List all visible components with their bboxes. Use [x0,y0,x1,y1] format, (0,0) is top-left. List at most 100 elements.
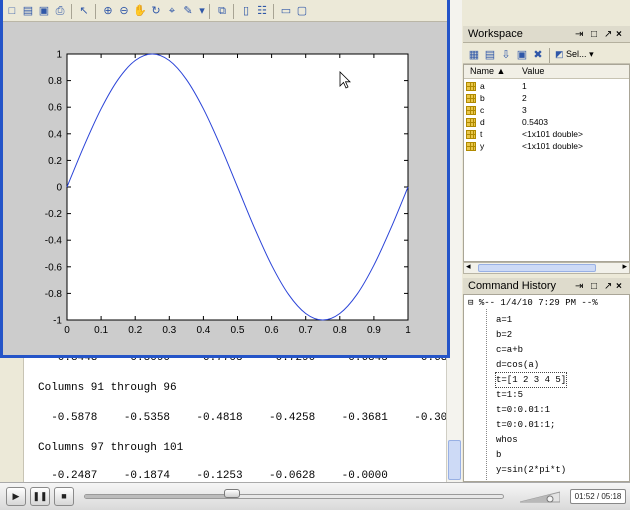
toolbar-separator [95,4,96,19]
chevron-down-icon: ▾ [589,49,594,59]
playback-time: 01:52 / 05:18 [570,489,626,504]
history-session-header[interactable]: ⊟ %-- 1/4/10 7:29 PM --% [468,296,598,310]
y-tick-label: -0.4 [45,236,63,247]
play-button[interactable]: ▶ [6,487,26,506]
stop-button[interactable]: ■ [54,487,74,506]
variable-name: y [480,141,485,151]
variable-icon [466,130,476,139]
figure-toolbar: □ ▤ ▣ ⎙ ↖ ⊕ ⊖ ✋ ↻ ⌖ ✎ ▾ ⧉ ▯ ☷ ▭ ▢ [3,0,447,22]
variable-name: a [480,81,485,91]
x-tick-label: 0.4 [196,325,210,336]
x-tick-label: 1 [405,325,411,336]
pan-icon[interactable]: ✋ [133,4,147,18]
workspace-table-header: Name ▲ Value [464,65,629,79]
video-player-controls: ▶ ❚❚ ■ 01:52 / 05:18 [0,482,630,510]
workspace-row[interactable]: a 1 [464,81,629,92]
colorbar-icon[interactable]: ▯ [239,4,253,18]
y-tick-label: 0 [56,183,62,194]
print-icon[interactable]: ⎙ [53,4,67,18]
x-tick-label: 0 [64,325,70,336]
variable-value: 3 [522,105,527,115]
volume-slider[interactable] [520,491,560,503]
variable-icon [466,118,476,127]
show-plot-tools-icon[interactable]: ▢ [295,4,309,18]
pause-icon: ❚❚ [32,491,48,501]
scrollbar-thumb[interactable] [478,264,596,272]
open-selection-icon[interactable]: ▤ [483,48,497,62]
y-tick-label: 0.8 [48,76,62,87]
value-column-header[interactable]: Value [522,66,544,76]
variable-icon [466,94,476,103]
workspace-title: Workspace [468,28,523,40]
save-icon[interactable]: ▣ [37,4,51,18]
chevron-down-icon[interactable]: ▾ [195,4,209,18]
sine-plot[interactable]: 0 0.1 0.2 0.3 0.4 0.5 0.6 0.7 0.8 0.9 1 1 0.8 0.6 0.4 0… [3,22,447,355]
delete-variable-icon[interactable]: ✖ [531,48,545,62]
x-tick-label: 0.3 [162,325,176,336]
pin-icon[interactable]: ↗ [604,26,612,43]
variable-value: 1 [522,81,527,91]
variable-value: <1x101 double> [522,141,583,151]
plot-selection-label: Sel... [566,49,587,59]
workspace-toolbar: ▦ ▤ ⇩ ▣ ✖ ◩ Sel... ▾ [463,44,630,64]
plot-selection-dropdown[interactable]: ◩ Sel... ▾ [555,47,594,61]
x-tick-label: 0.8 [333,325,347,336]
open-file-icon[interactable]: ▤ [21,4,35,18]
seek-bar[interactable] [84,494,504,499]
workspace-row[interactable]: b 2 [464,93,629,104]
maximize-icon[interactable]: □ [591,278,597,295]
toolbar-separator [233,4,234,19]
workspace-row[interactable]: y <1x101 double> [464,141,629,152]
workspace-variable-table[interactable]: Name ▲ Value a 1 b 2 c 3 d 0.5403 t <1x1… [463,64,630,262]
scrollbar-thumb[interactable] [448,440,461,480]
variable-name: c [480,105,485,115]
zoom-out-icon[interactable]: ⊖ [117,4,131,18]
variable-value: <1x101 double> [522,129,583,139]
data-cursor-icon[interactable]: ⌖ [165,4,179,18]
figure-window[interactable]: □ ▤ ▣ ⎙ ↖ ⊕ ⊖ ✋ ↻ ⌖ ✎ ▾ ⧉ ▯ ☷ ▭ ▢ 0 0.1 0.… [0,0,450,358]
seek-bar-thumb[interactable] [223,489,240,498]
brush-icon[interactable]: ✎ [181,4,195,18]
link-plot-icon[interactable]: ⧉ [215,4,229,18]
scroll-right-icon[interactable]: ▸ [622,261,627,272]
y-tick-label: -0.6 [45,262,63,273]
play-icon: ▶ [12,491,20,501]
workspace-row[interactable]: d 0.5403 [464,117,629,128]
save-workspace-icon[interactable]: ▣ [515,48,529,62]
legend-icon[interactable]: ☷ [255,4,269,18]
close-icon[interactable]: × [616,278,622,295]
hide-plot-tools-icon[interactable]: ▭ [279,4,293,18]
close-icon[interactable]: × [616,26,622,43]
scroll-left-icon[interactable]: ◂ [466,261,471,272]
command-history-list[interactable]: ⊟ %-- 1/4/10 7:29 PM --% a=1 b=2 c=a+b d… [463,294,630,482]
y-tick-label: 1 [56,50,62,61]
new-variable-icon[interactable]: ▦ [467,48,481,62]
import-data-icon[interactable]: ⇩ [499,48,513,62]
x-tick-label: 0.2 [128,325,142,336]
maximize-icon[interactable]: □ [591,26,597,43]
y-tick-label: 0.6 [48,103,62,114]
pause-button[interactable]: ❚❚ [30,487,50,506]
workspace-row[interactable]: t <1x101 double> [464,129,629,140]
undock-icon[interactable]: ⇥ [575,26,583,43]
rotate-icon[interactable]: ↻ [149,4,163,18]
name-column-header[interactable]: Name ▲ [470,66,505,76]
y-tick-label: -0.2 [45,209,63,220]
output-line: Columns 97 through 101 [38,442,184,454]
output-line: -0.5878 -0.5358 -0.4818 -0.4258 -0.3681 … [38,412,461,424]
workspace-horizontal-scrollbar[interactable]: ◂ ▸ [463,261,630,274]
workspace-row[interactable]: c 3 [464,105,629,116]
zoom-in-icon[interactable]: ⊕ [101,4,115,18]
variable-name: b [480,93,485,103]
volume-thumb[interactable] [546,495,554,503]
new-figure-icon[interactable]: □ [5,4,19,18]
variable-name: d [480,117,485,127]
y-tick-label: -1 [53,316,62,327]
toolbar-separator [273,4,274,19]
output-line: Columns 91 through 96 [38,382,177,394]
x-tick-label: 0.6 [265,325,279,336]
pin-icon[interactable]: ↗ [604,278,612,295]
select-arrow-icon[interactable]: ↖ [77,4,91,18]
toolbar-separator [549,48,550,63]
undock-icon[interactable]: ⇥ [575,278,583,295]
